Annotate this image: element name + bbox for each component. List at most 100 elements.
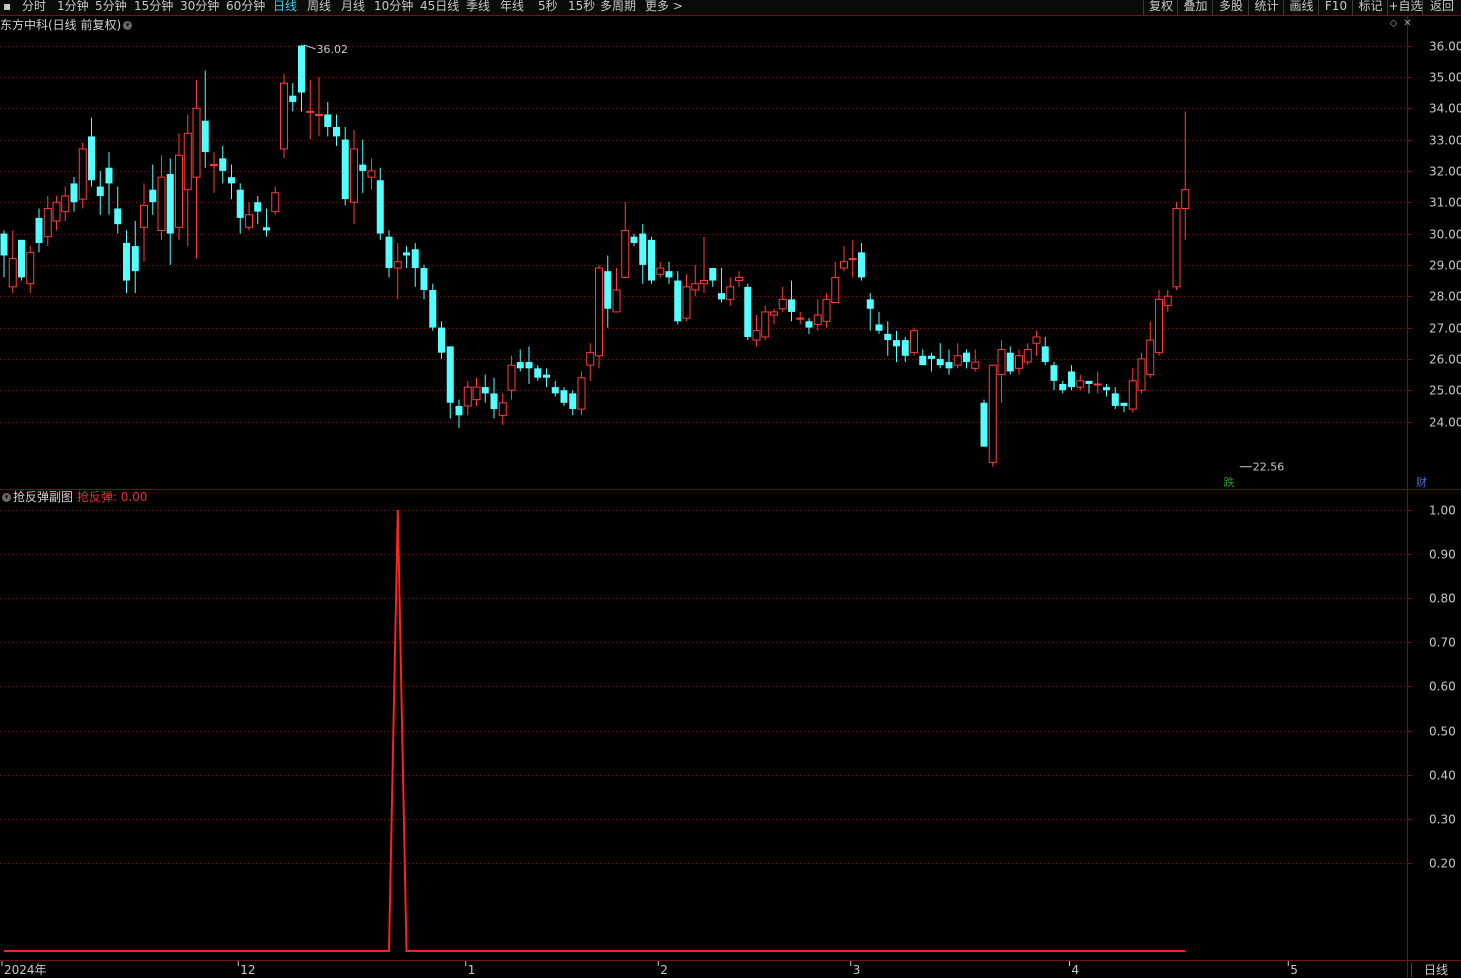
candle-body <box>577 377 586 410</box>
tab-period-5[interactable]: 60分钟 <box>226 0 265 15</box>
low-price-label: 22.56 <box>1253 461 1285 474</box>
candle-body <box>96 186 104 196</box>
chart-canvas[interactable]: 36.0035.0034.0033.0032.0031.0030.0029.00… <box>0 0 1461 978</box>
candle-body <box>385 236 393 269</box>
candle-body <box>674 280 682 322</box>
y-axis-label: 24.00 <box>1429 416 1461 430</box>
candle-body <box>822 298 831 322</box>
candle-body <box>752 330 761 341</box>
x-axis-label: 3 <box>853 963 861 977</box>
sub-y-axis-label: 1.00 <box>1429 504 1456 518</box>
candle-body <box>875 324 883 331</box>
candle-body <box>26 251 35 285</box>
tab-period-7[interactable]: 周线 <box>307 0 331 15</box>
tab-period-10[interactable]: 45日线 <box>420 0 459 15</box>
candle-body <box>1093 383 1102 386</box>
candle-body <box>735 276 743 282</box>
candle-body <box>175 154 183 228</box>
toolbar-button-2[interactable]: 多股 <box>1212 0 1249 15</box>
tab-period-0[interactable]: 分时 <box>22 0 46 15</box>
candle-body <box>1146 339 1155 376</box>
y-axis-label: 36.00 <box>1429 40 1461 54</box>
close-icon[interactable]: ✕ <box>1402 18 1413 29</box>
candle-body <box>1103 387 1110 391</box>
toolbar-button-5[interactable]: F10 <box>1318 0 1353 15</box>
candle-body <box>1111 393 1119 406</box>
candle-body <box>498 402 507 416</box>
candle-body <box>656 267 665 275</box>
candle-body <box>604 271 612 309</box>
candle-body <box>884 333 892 341</box>
tab-period-8[interactable]: 月线 <box>341 0 365 15</box>
tab-period-11[interactable]: 季线 <box>466 0 490 15</box>
candle-body <box>367 170 376 178</box>
candle-body <box>778 298 787 310</box>
candle-body <box>840 261 848 269</box>
tab-period-4[interactable]: 30分钟 <box>180 0 219 15</box>
candle-body <box>682 286 691 319</box>
candle-body <box>35 217 43 243</box>
candle-body <box>114 208 122 225</box>
candle-body <box>315 113 323 116</box>
candle-body <box>813 314 822 325</box>
toolbar-button-8[interactable]: 返回 <box>1422 0 1461 15</box>
y-axis-label: 31.00 <box>1429 196 1461 210</box>
toolbar-button-7[interactable]: +自选 <box>1387 0 1423 15</box>
candle-body <box>945 362 953 369</box>
candle-body <box>403 252 410 256</box>
candle-body <box>963 352 970 363</box>
candle-body <box>210 164 218 167</box>
tab-period-1[interactable]: 1分钟 <box>57 0 89 15</box>
tab-period-9[interactable]: 10分钟 <box>374 0 413 15</box>
toolbar-button-3[interactable]: 统计 <box>1248 0 1284 15</box>
tab-period-2[interactable]: 5分钟 <box>95 0 127 15</box>
period-label: 日线 <box>1411 963 1460 977</box>
toolbar-button-1[interactable]: 叠加 <box>1177 0 1213 15</box>
toolbar-button-0[interactable]: 复权 <box>1143 0 1178 15</box>
indicator-panel-title: 抢反弹副图 <box>13 490 74 504</box>
candle-body <box>953 355 962 366</box>
candle-body <box>350 148 358 203</box>
candle-body <box>612 289 621 313</box>
candle-body <box>0 233 8 256</box>
tab-period-3[interactable]: 15分钟 <box>134 0 173 15</box>
x-axis-label: 4 <box>1072 963 1080 977</box>
tab-period-12[interactable]: 年线 <box>500 0 524 15</box>
candle-body <box>1181 189 1190 209</box>
candle-body <box>1006 352 1014 372</box>
candle-body <box>1015 355 1023 369</box>
candle-body <box>761 311 770 338</box>
chevron-down-icon[interactable]: ▾ <box>2 493 11 502</box>
candle-body <box>848 258 857 261</box>
tab-period-16[interactable]: 更多 > <box>645 0 683 15</box>
candle-body <box>1163 295 1172 307</box>
settings-icon[interactable]: ◇ <box>1388 18 1399 29</box>
candle-body <box>586 352 595 366</box>
candle-body <box>123 242 130 281</box>
candle-body <box>166 174 174 234</box>
candle-body <box>648 239 655 281</box>
candle-body <box>980 402 988 447</box>
candle-body <box>665 271 673 278</box>
candle-body <box>1085 380 1093 384</box>
tab-period-13[interactable]: 5秒 <box>538 0 558 15</box>
tab-period-6[interactable]: 日线 <box>273 0 297 15</box>
toolbar-button-4[interactable]: 画线 <box>1283 0 1319 15</box>
chevron-down-icon[interactable]: ▾ <box>123 21 133 30</box>
x-axis-label: 1 <box>468 963 476 977</box>
tab-period-14[interactable]: 15秒 <box>568 0 595 15</box>
candle-body <box>463 386 472 407</box>
candle-body <box>490 393 498 410</box>
candle-body <box>43 207 52 238</box>
menu-icon[interactable]: ▪ <box>3 0 11 15</box>
candle-body <box>997 349 1006 376</box>
candle-body <box>254 202 262 212</box>
toolbar-button-6[interactable]: 标记 <box>1352 0 1388 15</box>
candle-body <box>78 148 87 200</box>
tab-period-15[interactable]: 多周期 <box>600 0 636 15</box>
candle-body <box>709 268 717 281</box>
high-marker-arrow <box>303 44 316 50</box>
candle-body <box>1155 298 1163 354</box>
candle-body <box>1059 383 1067 391</box>
candle-body <box>534 368 542 378</box>
